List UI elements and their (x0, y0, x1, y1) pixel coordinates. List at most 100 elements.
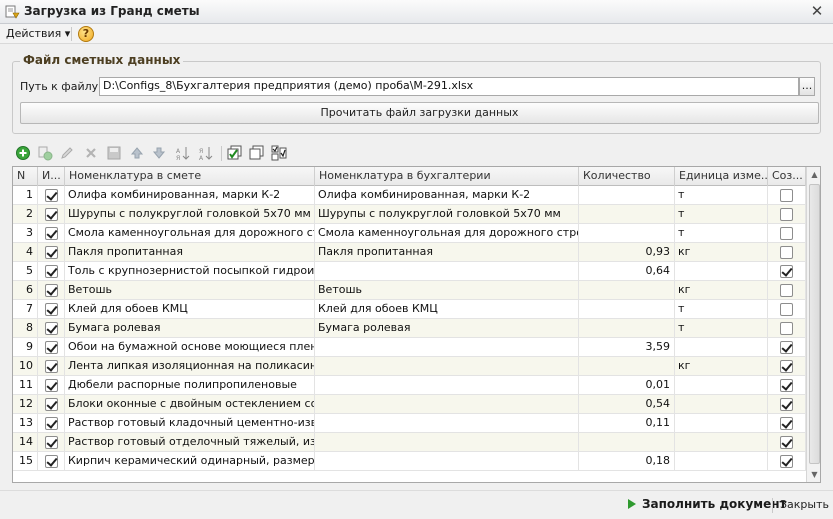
row-number[interactable]: 12 (13, 395, 38, 414)
estimate-item-cell[interactable]: Клей для обоев КМЦ (65, 300, 315, 319)
delete-icon[interactable] (82, 144, 100, 162)
row-number[interactable]: 15 (13, 452, 38, 471)
use-checkbox[interactable] (44, 398, 58, 411)
use-checkbox[interactable] (44, 208, 58, 221)
unit-cell[interactable]: т (675, 224, 768, 243)
table-row[interactable]: 3 Смола каменноугольная для дорожного стр… (13, 224, 806, 243)
use-checkbox[interactable] (44, 322, 58, 335)
accounting-item-cell[interactable] (315, 376, 579, 395)
use-checkbox[interactable] (44, 284, 58, 297)
add-icon[interactable] (14, 144, 32, 162)
unit-cell[interactable]: т (675, 205, 768, 224)
row-number[interactable]: 14 (13, 433, 38, 452)
unit-cell[interactable] (675, 452, 768, 471)
estimate-item-cell[interactable]: Бумага ролевая (65, 319, 315, 338)
column-header-use[interactable]: И... (38, 167, 65, 186)
move-down-icon[interactable] (150, 144, 168, 162)
unit-cell[interactable]: кг (675, 357, 768, 376)
quantity-cell[interactable] (579, 224, 675, 243)
column-header-n[interactable]: N (13, 167, 38, 186)
table-row[interactable]: 5 Толь с крупнозернистой посыпкой гидроиз… (13, 262, 806, 281)
create-checkbox[interactable] (780, 455, 793, 468)
read-file-button[interactable]: Прочитать файл загрузки данных (20, 102, 819, 124)
table-row[interactable]: 7 Клей для обоев КМЦ Клей для обоев КМЦ т (13, 300, 806, 319)
quantity-cell[interactable] (579, 186, 675, 205)
use-checkbox[interactable] (44, 341, 58, 354)
unit-cell[interactable] (675, 262, 768, 281)
create-checkbox[interactable] (780, 341, 793, 354)
table-row[interactable]: 11 Дюбели распорные полипропиленовые 0,01 (13, 376, 806, 395)
table-row[interactable]: 15 Кирпич керамический одинарный, размеро… (13, 452, 806, 471)
accounting-item-cell[interactable]: Шурупы с полукруглой головкой 5х70 мм (315, 205, 579, 224)
row-number[interactable]: 13 (13, 414, 38, 433)
use-checkbox[interactable] (44, 455, 58, 468)
table-row[interactable]: 4 Пакля пропитанная Пакля пропитанная 0,93 к… (13, 243, 806, 262)
unit-cell[interactable] (675, 376, 768, 395)
create-checkbox[interactable] (780, 189, 793, 202)
estimate-item-cell[interactable]: Смола каменноугольная для дорожного стро… (65, 224, 315, 243)
row-number[interactable]: 11 (13, 376, 38, 395)
check-all-icon[interactable] (226, 144, 244, 162)
uncheck-all-icon[interactable] (248, 144, 266, 162)
accounting-item-cell[interactable]: Клей для обоев КМЦ (315, 300, 579, 319)
table-row[interactable]: 2 Шурупы с полукруглой головкой 5х70 мм Шу… (13, 205, 806, 224)
accounting-item-cell[interactable] (315, 262, 579, 281)
fill-document-button[interactable]: Заполнить документ (628, 497, 786, 511)
column-header-create[interactable]: Соз... (768, 167, 806, 186)
quantity-cell[interactable]: 0,18 (579, 452, 675, 471)
quantity-cell[interactable]: 0,11 (579, 414, 675, 433)
edit-icon[interactable] (58, 144, 76, 162)
copy-icon[interactable] (36, 144, 54, 162)
use-checkbox[interactable] (44, 246, 58, 259)
row-number[interactable]: 5 (13, 262, 38, 281)
create-checkbox[interactable] (780, 379, 793, 392)
estimate-item-cell[interactable]: Блоки оконные с двойным остеклением со с… (65, 395, 315, 414)
accounting-item-cell[interactable] (315, 433, 579, 452)
table-row[interactable]: 1 Олифа комбинированная, марки К-2 Олифа к… (13, 186, 806, 205)
accounting-item-cell[interactable]: Ветошь (315, 281, 579, 300)
quantity-cell[interactable] (579, 319, 675, 338)
row-number[interactable]: 6 (13, 281, 38, 300)
estimate-item-cell[interactable]: Лента липкая изоляционная на поликасинов… (65, 357, 315, 376)
column-header-unit[interactable]: Единица изме... (675, 167, 768, 186)
estimate-item-cell[interactable]: Обои на бумажной основе моющиеся пленоч.… (65, 338, 315, 357)
scroll-thumb[interactable] (809, 184, 820, 464)
row-number[interactable]: 7 (13, 300, 38, 319)
unit-cell[interactable] (675, 414, 768, 433)
accounting-item-cell[interactable]: Пакля пропитанная (315, 243, 579, 262)
column-header-accounting-item[interactable]: Номенклатура в бухгалтерии (315, 167, 579, 186)
create-checkbox[interactable] (780, 227, 793, 240)
unit-cell[interactable]: т (675, 319, 768, 338)
use-checkbox[interactable] (44, 227, 58, 240)
use-checkbox[interactable] (44, 417, 58, 430)
table-row[interactable]: 13 Раствор готовый кладочный цементно-изв… (13, 414, 806, 433)
estimate-item-cell[interactable]: Кирпич керамический одинарный, размером.… (65, 452, 315, 471)
help-icon[interactable]: ? (78, 26, 94, 42)
accounting-item-cell[interactable] (315, 357, 579, 376)
row-number[interactable]: 4 (13, 243, 38, 262)
sort-desc-icon[interactable]: ЯА (197, 144, 215, 162)
row-number[interactable]: 1 (13, 186, 38, 205)
create-checkbox[interactable] (780, 322, 793, 335)
use-checkbox[interactable] (44, 379, 58, 392)
unit-cell[interactable] (675, 395, 768, 414)
quantity-cell[interactable]: 0,01 (579, 376, 675, 395)
scroll-down-icon[interactable]: ▼ (807, 467, 820, 482)
unit-cell[interactable]: кг (675, 243, 768, 262)
table-row[interactable]: 6 Ветошь Ветошь кг (13, 281, 806, 300)
accounting-item-cell[interactable] (315, 414, 579, 433)
estimate-item-cell[interactable]: Шурупы с полукруглой головкой 5х70 мм (65, 205, 315, 224)
estimate-item-cell[interactable]: Раствор готовый кладочный цементно-извес… (65, 414, 315, 433)
use-checkbox[interactable] (44, 189, 58, 202)
quantity-cell[interactable] (579, 281, 675, 300)
unit-cell[interactable]: т (675, 186, 768, 205)
unit-cell[interactable]: кг (675, 281, 768, 300)
accounting-item-cell[interactable] (315, 452, 579, 471)
file-path-input[interactable]: D:\Configs_8\Бухгалтерия предприятия (де… (99, 77, 799, 96)
close-button[interactable]: Закрыть (780, 498, 829, 511)
estimate-item-cell[interactable]: Толь с крупнозернистой посыпкой гидроизо… (65, 262, 315, 281)
create-checkbox[interactable] (780, 208, 793, 221)
column-header-estimate-item[interactable]: Номенклатура в смете (65, 167, 315, 186)
create-checkbox[interactable] (780, 436, 793, 449)
move-up-icon[interactable] (128, 144, 146, 162)
